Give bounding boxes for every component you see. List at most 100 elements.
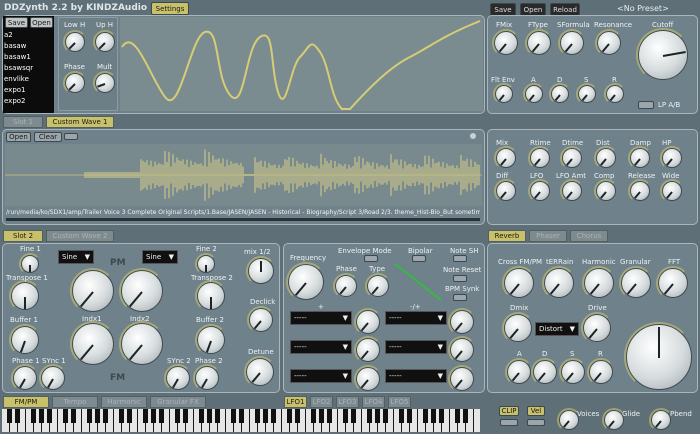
lp-ab-toggle[interactable]	[638, 101, 654, 109]
gr-main-knob[interactable]	[624, 322, 694, 392]
dist-knob[interactable]	[594, 146, 618, 170]
tab-lfo4[interactable]: LFO4	[362, 396, 385, 408]
wave-list-item[interactable]: basaw	[4, 41, 33, 52]
comp-knob[interactable]	[594, 179, 618, 203]
wave-list-item[interactable]: expo1	[4, 85, 33, 96]
damp-knob[interactable]	[628, 146, 652, 170]
bipolar-toggle[interactable]	[412, 255, 426, 262]
wave-list-item[interactable]: envlike	[4, 74, 33, 85]
release-knob[interactable]	[604, 83, 626, 105]
low-h-knob[interactable]	[63, 30, 87, 54]
env-phase-knob[interactable]	[333, 273, 359, 299]
cutoff-knob[interactable]	[636, 28, 690, 82]
tab-slot1[interactable]: Slot 1	[3, 116, 43, 128]
gr-decay-knob[interactable]	[531, 358, 559, 386]
phase-knob[interactable]	[63, 71, 87, 95]
fm-wave1-select[interactable]: Sine ▼	[58, 250, 94, 264]
wave-curve[interactable]	[120, 17, 483, 111]
wave-list-item[interactable]: expo2	[4, 96, 33, 107]
fine1-knob[interactable]	[19, 253, 41, 275]
buffer2-knob[interactable]	[195, 324, 227, 356]
clip-button[interactable]: CLIP	[499, 406, 519, 416]
tab-slot2[interactable]: Slot 2	[3, 230, 43, 242]
fm-wave2-select[interactable]: Sine ▼	[142, 250, 178, 264]
lfo-target-select[interactable]: ----- ▼	[385, 369, 447, 383]
mult-knob[interactable]	[93, 71, 117, 95]
declick-knob[interactable]	[247, 306, 275, 334]
fine2-knob[interactable]	[195, 253, 217, 275]
indx2-knob[interactable]	[119, 321, 165, 367]
tab-harmonic[interactable]: Harmonic	[101, 396, 147, 408]
buffer1-knob[interactable]	[9, 324, 41, 356]
fft-knob[interactable]	[656, 266, 690, 300]
bpm-sync-toggle[interactable]	[453, 294, 467, 301]
lfo-amt-knob[interactable]	[560, 179, 584, 203]
diff-knob[interactable]	[494, 179, 518, 203]
tab-lfo3[interactable]: LFO3	[336, 396, 359, 408]
phase1-knob[interactable]	[11, 364, 39, 392]
phase2-knob[interactable]	[193, 364, 221, 392]
lfo-target-select[interactable]: ----- ▼	[290, 369, 352, 383]
frequency-knob[interactable]	[286, 262, 326, 302]
lfo-target-select[interactable]: ----- ▼	[290, 311, 352, 325]
wave-list-item[interactable]: basaw1	[4, 52, 33, 63]
sample-toggle[interactable]	[64, 133, 78, 140]
harmonic-knob[interactable]	[582, 266, 616, 300]
granular-knob[interactable]	[619, 266, 653, 300]
resonance-knob[interactable]	[595, 29, 623, 57]
tab-lfo1[interactable]: LFO1	[284, 396, 307, 408]
tab-lfo2[interactable]: LFO2	[310, 396, 333, 408]
terrain-knob[interactable]	[542, 266, 576, 300]
indx1-knob[interactable]	[70, 321, 116, 367]
detune-knob[interactable]	[244, 356, 276, 388]
pbend-knob[interactable]	[649, 408, 673, 432]
sustain-knob[interactable]	[576, 83, 598, 105]
decay-knob[interactable]	[549, 83, 571, 105]
mix12-knob[interactable]	[246, 256, 276, 286]
sync1-knob[interactable]	[39, 364, 67, 392]
tab-chorus[interactable]: Chorus	[570, 230, 608, 242]
tab-fm-pm[interactable]: FM/PM	[3, 396, 49, 408]
sample-clear-button[interactable]: Clear	[34, 132, 62, 142]
wavelist-open-button[interactable]: Open	[30, 17, 53, 28]
envelope-mode-toggle[interactable]	[364, 255, 378, 262]
fmix-knob[interactable]	[492, 29, 520, 57]
env-mod2-knob[interactable]	[354, 336, 382, 364]
sync2-knob[interactable]	[164, 364, 192, 392]
note-sh-toggle[interactable]	[453, 255, 467, 262]
up-h-knob[interactable]	[93, 30, 117, 54]
tab-reverb[interactable]: Reverb	[488, 230, 526, 242]
gr-sustain-knob[interactable]	[559, 358, 587, 386]
tab-granular-fx[interactable]: Granular FX	[150, 396, 206, 408]
preset-name[interactable]: <No Preset>	[617, 4, 669, 13]
rtime-knob[interactable]	[528, 146, 552, 170]
flt-env-knob[interactable]	[493, 83, 515, 105]
dmix-knob[interactable]	[502, 312, 534, 344]
hp-knob[interactable]	[660, 146, 684, 170]
env-mod6-knob[interactable]	[448, 365, 476, 393]
drive-knob[interactable]	[581, 312, 613, 344]
settings-button[interactable]: Settings	[151, 2, 189, 15]
distort-select[interactable]: Distort ▼	[535, 322, 579, 336]
cross-fm-knob[interactable]	[502, 266, 536, 300]
pm1-knob[interactable]	[70, 268, 116, 314]
env-mod1-knob[interactable]	[354, 308, 382, 336]
sample-scrollbar[interactable]	[6, 218, 480, 221]
tab-tempo[interactable]: Tempo	[52, 396, 98, 408]
lfo-target-select[interactable]: ----- ▼	[385, 311, 447, 325]
wave-list-item[interactable]: a2	[4, 30, 33, 41]
note-reset-toggle[interactable]	[453, 275, 467, 282]
piano-keyboard[interactable]	[2, 409, 481, 432]
transpose2-knob[interactable]	[195, 280, 227, 312]
env-type-knob[interactable]	[365, 273, 391, 299]
fx-release-knob[interactable]	[628, 179, 652, 203]
wavelist-save-button[interactable]: Save	[5, 17, 28, 28]
mix-knob[interactable]	[494, 146, 518, 170]
gr-release-knob[interactable]	[587, 358, 615, 386]
attack-knob[interactable]	[523, 83, 545, 105]
gr-attack-knob[interactable]	[505, 358, 533, 386]
pm2-knob[interactable]	[119, 268, 165, 314]
ftype-knob[interactable]	[525, 29, 553, 57]
vel-button[interactable]: Vel	[527, 406, 545, 416]
wave-list-item[interactable]: bsawsqr	[4, 63, 33, 74]
